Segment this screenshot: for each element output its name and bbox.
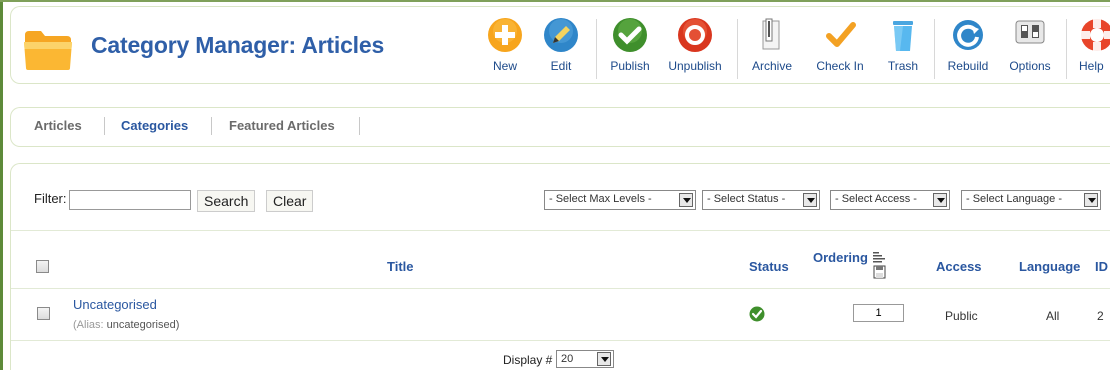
filter-input[interactable] [69, 190, 191, 210]
options-button[interactable]: Options [1006, 17, 1054, 73]
window-frame-top [0, 0, 1110, 2]
table-footer-rule [11, 340, 1110, 341]
checkmark-circle-icon [613, 18, 647, 52]
column-header-id[interactable]: ID [1095, 259, 1108, 274]
options-button-label: Options [1009, 59, 1051, 73]
clear-button[interactable]: Clear [266, 190, 314, 212]
access-cell: Public [945, 309, 978, 323]
trash-button[interactable]: Trash [883, 17, 923, 73]
trash-button-label: Trash [887, 59, 919, 73]
new-button-label: New [492, 59, 517, 73]
check-all-checkbox[interactable] [36, 260, 49, 273]
chevron-down-icon [597, 352, 611, 366]
submenu-item-articles[interactable]: Articles [34, 118, 82, 133]
rebuild-icon [953, 20, 983, 50]
chevron-down-icon [933, 193, 947, 207]
trash-icon [893, 21, 913, 51]
archive-icon [762, 18, 780, 50]
page-title: Category Manager: Articles [91, 32, 385, 58]
row-checkbox[interactable] [37, 307, 50, 320]
help-button[interactable]: Help [1079, 17, 1110, 73]
alias-label: (Alias: [73, 319, 104, 331]
pencil-icon [544, 18, 578, 52]
select-access[interactable]: - Select Access - [830, 190, 950, 210]
select-language[interactable]: - Select Language - [961, 190, 1101, 210]
submenu-item-featured-articles[interactable]: Featured Articles [229, 118, 335, 133]
filter-label: Filter: [34, 191, 67, 206]
toolbar-separator [737, 19, 738, 79]
publish-button[interactable]: Publish [608, 17, 652, 73]
select-access-value: - Select Access - [835, 193, 917, 205]
table-header-rule [11, 288, 1110, 289]
column-header-access[interactable]: Access [936, 259, 982, 274]
column-header-status[interactable]: Status [749, 259, 789, 274]
id-cell: 2 [1097, 309, 1104, 323]
toolbar-separator [934, 19, 935, 79]
submenu-separator [359, 117, 360, 135]
select-max-levels[interactable]: - Select Max Levels - [544, 190, 696, 210]
column-header-ordering[interactable]: Ordering [813, 250, 868, 265]
submenu: Articles Categories Featured Articles [10, 107, 1110, 147]
toolbar-separator [1066, 19, 1067, 79]
language-cell: All [1046, 309, 1060, 323]
toolbar: Category Manager: Articles New Edit Publ… [10, 6, 1110, 84]
new-button[interactable]: New [485, 17, 525, 73]
alias-value: uncategorised) [106, 319, 180, 331]
checkin-icon [826, 22, 856, 47]
category-title-link[interactable]: Uncategorised [73, 297, 157, 312]
chevron-down-icon [1084, 193, 1098, 207]
published-status-icon[interactable] [749, 306, 765, 322]
rebuild-button-label: Rebuild [947, 59, 989, 73]
select-max-levels-value: - Select Max Levels - [549, 193, 652, 205]
unpublish-button[interactable]: Unpublish [666, 17, 724, 73]
edit-button-label: Edit [550, 59, 572, 73]
column-header-title[interactable]: Title [387, 259, 414, 274]
main-panel: Filter: Search Clear - Select Max Levels… [10, 163, 1110, 370]
select-status[interactable]: - Select Status - [702, 190, 820, 210]
check-in-button-label: Check In [816, 59, 864, 73]
publish-button-label: Publish [610, 59, 650, 73]
display-limit-value: 20 [561, 353, 574, 365]
save-order-icon[interactable] [871, 250, 887, 280]
select-language-value: - Select Language - [966, 193, 1063, 205]
unpublish-button-label: Unpublish [668, 59, 722, 73]
plus-icon [488, 18, 522, 52]
archive-button-label: Archive [751, 59, 792, 73]
edit-button[interactable]: Edit [543, 17, 579, 73]
display-label: Display # [503, 353, 553, 367]
ordering-input[interactable] [853, 304, 904, 322]
folder-icon [24, 31, 72, 70]
archive-button[interactable]: Archive [748, 17, 796, 73]
submenu-separator [211, 117, 212, 135]
lifebuoy-icon [1081, 19, 1110, 51]
submenu-separator [104, 117, 105, 135]
rebuild-button[interactable]: Rebuild [946, 17, 990, 73]
search-button[interactable]: Search [197, 190, 256, 212]
select-status-value: - Select Status - [707, 193, 786, 205]
divider [11, 230, 1110, 231]
chevron-down-icon [679, 193, 693, 207]
window-frame-left [0, 0, 3, 370]
display-limit-select[interactable]: 20 [556, 350, 614, 368]
help-button-label: Help [1079, 59, 1104, 73]
stop-circle-icon [678, 18, 712, 52]
category-alias: (Alias: uncategorised) [73, 319, 179, 331]
options-icon [1015, 20, 1045, 44]
submenu-item-categories[interactable]: Categories [121, 118, 188, 133]
check-in-button[interactable]: Check In [813, 17, 867, 73]
column-header-language[interactable]: Language [1019, 259, 1080, 274]
chevron-down-icon [803, 193, 817, 207]
toolbar-separator [596, 19, 597, 79]
